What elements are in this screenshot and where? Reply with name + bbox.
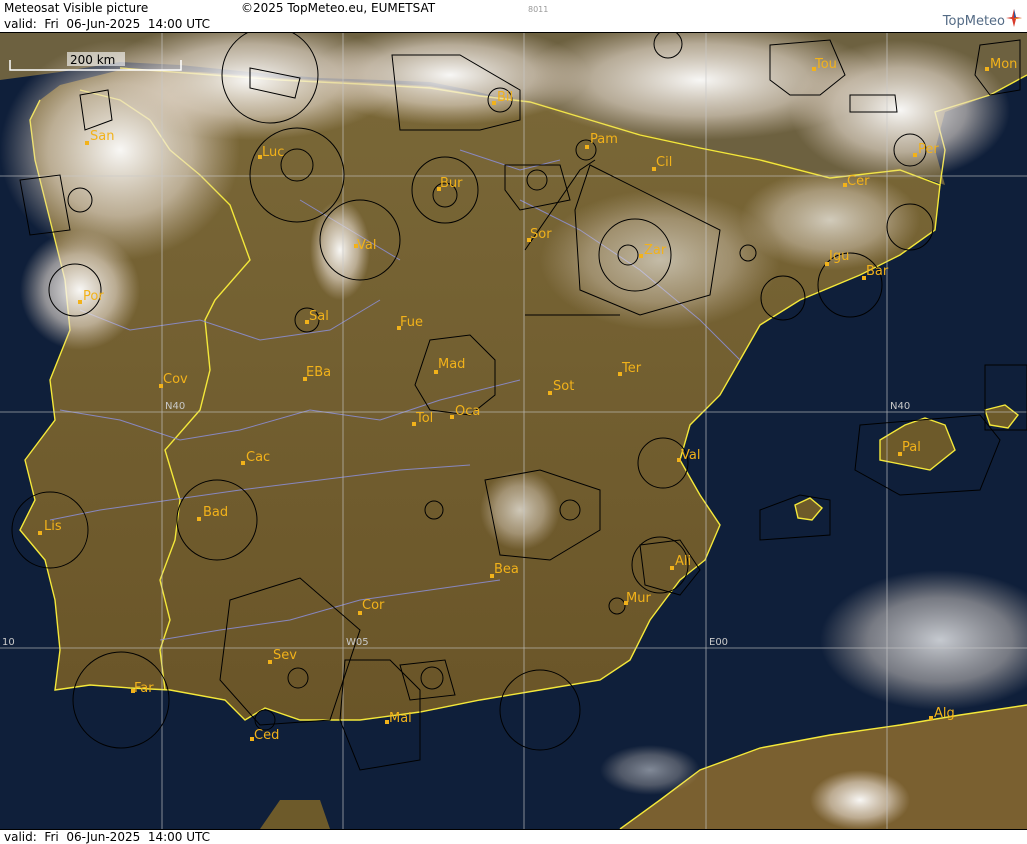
satellite-map: 200 km N40 N40 W05 E00 10 San Luc Bil To…	[0, 33, 1027, 829]
city-label: Far	[134, 681, 154, 696]
city-marker	[241, 461, 245, 465]
city-label: Sev	[273, 648, 297, 663]
city-label: Tou	[814, 57, 837, 72]
city-label: Igu	[829, 249, 849, 264]
city-label: Bur	[440, 176, 463, 191]
city-label: Bar	[866, 264, 889, 279]
city-label: Alg	[934, 706, 955, 721]
city-marker	[85, 141, 89, 145]
city-label: Mad	[438, 357, 465, 372]
city-label: Cor	[362, 598, 385, 613]
city-marker	[670, 566, 674, 570]
city-label: Lis	[44, 519, 62, 534]
city-marker	[548, 391, 552, 395]
city-label: San	[90, 129, 114, 144]
city-label: Per	[918, 142, 939, 157]
city-marker	[197, 517, 201, 521]
footer-bar: valid: Fri 06-Jun-2025 14:00 UTC	[0, 829, 1027, 844]
city-label: Cov	[163, 372, 188, 387]
city-label: Mur	[626, 591, 651, 606]
city-marker	[929, 716, 933, 720]
image-title: Meteosat Visible picture	[4, 1, 149, 15]
city-label: Tol	[415, 411, 433, 426]
grid-label: E00	[709, 637, 728, 648]
city-label: Cac	[246, 450, 270, 465]
grid-label: W05	[346, 637, 369, 648]
city-label: Fue	[400, 315, 423, 330]
city-marker	[492, 101, 496, 105]
grid-label: 10	[2, 637, 15, 648]
grid-label: N40	[165, 401, 185, 412]
topmeteo-logo: TopMeteo	[942, 14, 1005, 29]
image-code: 8011	[528, 5, 549, 14]
city-label: Ter	[621, 361, 642, 376]
copyright-text: ©2025 TopMeteo.eu, EUMETSAT	[241, 1, 436, 15]
city-label: Bea	[494, 562, 519, 577]
header-bar: Meteosat Visible picture ©2025 TopMeteo.…	[0, 0, 1027, 33]
city-label: Ali	[675, 554, 691, 569]
city-label: Mal	[389, 711, 412, 726]
city-label: Sor	[530, 227, 552, 242]
compass-star-icon	[1006, 9, 1022, 27]
city-label: Val	[681, 448, 700, 463]
city-label: Oca	[455, 404, 480, 419]
city-marker	[639, 254, 643, 258]
city-marker	[38, 531, 42, 535]
city-marker	[985, 67, 989, 71]
city-label: Bil	[497, 90, 513, 105]
footer-valid-time: valid: Fri 06-Jun-2025 14:00 UTC	[4, 830, 211, 844]
valid-time: valid: Fri 06-Jun-2025 14:00 UTC	[4, 17, 211, 31]
city-marker	[78, 300, 82, 304]
city-label: Cil	[656, 155, 672, 170]
grid-label: N40	[890, 401, 910, 412]
city-label: Sot	[553, 379, 574, 394]
city-label: Por	[83, 289, 104, 304]
city-label: Val	[357, 238, 376, 253]
city-label: Luc	[262, 145, 284, 160]
city-label: Zar	[644, 243, 667, 258]
city-label: Bad	[203, 505, 228, 520]
city-marker	[585, 145, 589, 149]
scale-label: 200 km	[70, 53, 115, 67]
city-label: Sal	[309, 309, 329, 324]
city-label: Ced	[254, 728, 279, 743]
city-marker	[450, 415, 454, 419]
city-marker	[268, 660, 272, 664]
city-label: Pal	[902, 440, 921, 455]
city-label: Mon	[990, 57, 1017, 72]
city-label: Cer	[847, 174, 870, 189]
city-label: EBa	[306, 365, 331, 380]
city-marker	[913, 153, 917, 157]
city-label: Pam	[590, 132, 618, 147]
